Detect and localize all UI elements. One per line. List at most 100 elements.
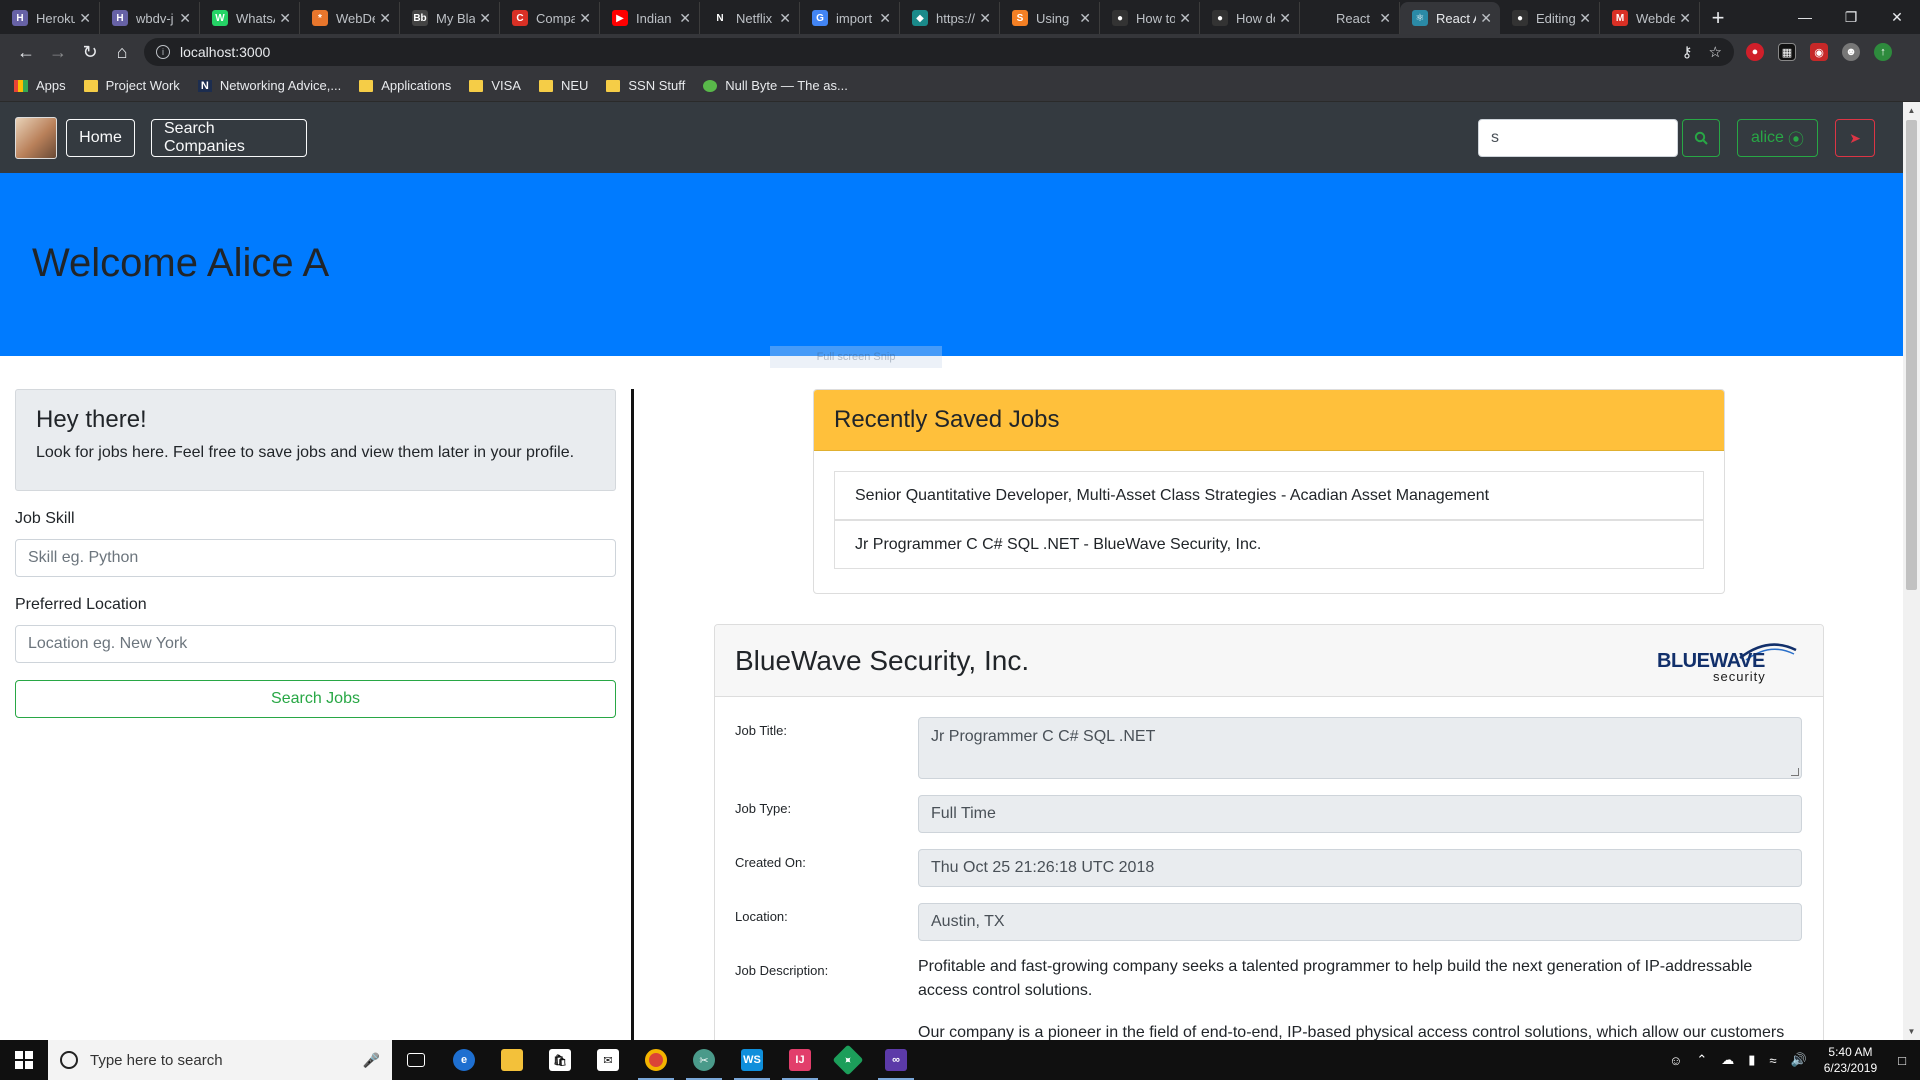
tab-close-icon[interactable]: ✕ — [1379, 10, 1391, 27]
bookmark-item[interactable]: NEU — [538, 78, 588, 93]
tab-close-icon[interactable]: ✕ — [279, 10, 291, 27]
tab-close-icon[interactable]: ✕ — [979, 10, 991, 27]
browser-tab[interactable]: M Webdev✕ — [1600, 2, 1700, 34]
saved-job-item[interactable]: Senior Quantitative Developer, Multi-Ass… — [834, 471, 1704, 520]
chevron-up-icon[interactable]: ⌃ — [1696, 1052, 1707, 1068]
windows-start-button[interactable] — [0, 1040, 48, 1080]
browser-tab[interactable]: C Company✕ — [500, 2, 600, 34]
browser-tab[interactable]: W WhatsApp✕ — [200, 2, 300, 34]
minimize-icon[interactable]: — — [1782, 0, 1828, 34]
brand-logo[interactable] — [15, 117, 57, 159]
back-icon[interactable]: ← — [10, 36, 42, 68]
microphone-icon[interactable]: 🎤 — [363, 1052, 380, 1069]
bookmark-item[interactable]: Apps — [14, 78, 66, 93]
browser-tab[interactable]: * WebDev✕ — [300, 2, 400, 34]
bookmark-star-icon[interactable]: ☆ — [1709, 43, 1722, 61]
browser-tab[interactable]: ● Editing ✕ — [1500, 2, 1600, 34]
search-companies-nav-button[interactable]: Search Companies — [151, 119, 307, 157]
home-nav-button[interactable]: Home — [66, 119, 135, 157]
visual-studio-icon[interactable]: ∞ — [872, 1040, 920, 1080]
page-scrollbar[interactable]: ▲ ▼ — [1903, 102, 1920, 1040]
taskbar-search-box[interactable]: Type here to search 🎤 — [48, 1040, 392, 1080]
key-icon[interactable]: ⚷ — [1682, 43, 1693, 61]
saved-job-item[interactable]: Jr Programmer C C# SQL .NET - BlueWave S… — [834, 520, 1704, 569]
tab-close-icon[interactable]: ✕ — [479, 10, 491, 27]
store-icon[interactable]: 🛍 — [536, 1040, 584, 1080]
scroll-down-icon[interactable]: ▼ — [1903, 1023, 1920, 1040]
browser-tab[interactable]: ◆ https://✕ — [900, 2, 1000, 34]
profile-avatar-icon[interactable]: ☻ — [1842, 43, 1860, 61]
file-explorer-icon[interactable] — [488, 1040, 536, 1080]
browser-tab[interactable]: ⚛ React App✕ — [1400, 2, 1500, 34]
new-tab-button[interactable]: + — [1700, 2, 1736, 34]
tab-close-icon[interactable]: ✕ — [679, 10, 691, 27]
maximize-icon[interactable]: ❐ — [1828, 0, 1874, 34]
browser-tab[interactable]: ● How do✕ — [1200, 2, 1300, 34]
webstorm-icon[interactable]: WS — [728, 1040, 776, 1080]
job-title-field[interactable]: Jr Programmer C C# SQL .NET — [918, 717, 1802, 779]
snipping-tool-icon[interactable]: ✂ — [680, 1040, 728, 1080]
extension-shield-icon[interactable]: ● — [1746, 43, 1764, 61]
tab-close-icon[interactable]: ✕ — [179, 10, 191, 27]
tab-close-icon[interactable]: ✕ — [779, 10, 791, 27]
system-clock[interactable]: 5:40 AM 6/23/2019 — [1824, 1044, 1877, 1076]
mail-icon[interactable]: ✉ — [584, 1040, 632, 1080]
bookmark-item[interactable]: Project Work — [83, 78, 180, 93]
tab-close-icon[interactable]: ✕ — [1679, 10, 1691, 27]
tab-close-icon[interactable]: ✕ — [579, 10, 591, 27]
browser-tab[interactable]: N Netflix ✕ — [700, 2, 800, 34]
wifi-icon[interactable]: ≈ — [1769, 1053, 1776, 1068]
tab-close-icon[interactable]: ✕ — [379, 10, 391, 27]
extension-grid-icon[interactable]: ▦ — [1778, 43, 1796, 61]
intellij-icon[interactable]: IJ — [776, 1040, 824, 1080]
browser-tab[interactable]: ● How to ✕ — [1100, 2, 1200, 34]
info-icon[interactable]: i — [156, 45, 170, 59]
tab-close-icon[interactable]: ✕ — [879, 10, 891, 27]
tab-close-icon[interactable]: ✕ — [1079, 10, 1091, 27]
people-icon[interactable]: ☺ — [1669, 1053, 1682, 1068]
bookmark-item[interactable]: N Networking Advice,... — [197, 78, 341, 93]
logout-button[interactable]: ➤ — [1835, 119, 1875, 157]
job-skill-input[interactable] — [15, 539, 616, 577]
update-arrow-icon[interactable]: ↑ — [1874, 43, 1892, 61]
scrollbar-thumb[interactable] — [1906, 120, 1917, 590]
home-icon[interactable]: ⌂ — [106, 36, 138, 68]
location-field[interactable]: Austin, TX — [918, 903, 1802, 941]
chrome-icon[interactable] — [632, 1040, 680, 1080]
bookmark-item[interactable]: SSN Stuff — [606, 78, 685, 93]
preferred-location-input[interactable] — [15, 625, 616, 663]
bookmark-item[interactable]: VISA — [469, 78, 521, 93]
navbar-search-input[interactable] — [1478, 119, 1678, 157]
navbar-search-button[interactable] — [1682, 119, 1720, 157]
battery-icon[interactable]: ▮ — [1748, 1052, 1755, 1068]
bookmark-item[interactable]: Null Byte — The as... — [703, 78, 848, 93]
browser-tab[interactable]: H Heroku ✕ — [0, 2, 100, 34]
reload-icon[interactable]: ↻ — [74, 36, 106, 68]
browser-tab[interactable]: React ✕ — [1300, 2, 1400, 34]
volume-icon[interactable]: 🔊 — [1791, 1052, 1807, 1068]
browser-tab[interactable]: Hwbdv-j ✕ — [100, 2, 200, 34]
edge-browser-icon[interactable]: e — [440, 1040, 488, 1080]
tab-close-icon[interactable]: ✕ — [1480, 10, 1492, 27]
tab-close-icon[interactable]: ✕ — [79, 10, 91, 27]
created-on-field[interactable]: Thu Oct 25 21:26:18 UTC 2018 — [918, 849, 1802, 887]
address-bar[interactable]: i localhost:3000 ⚷ ☆ — [144, 38, 1734, 66]
tab-close-icon[interactable]: ✕ — [1179, 10, 1191, 27]
browser-tab[interactable]: ▶ Indian ✕ — [600, 2, 700, 34]
close-window-icon[interactable]: ✕ — [1874, 0, 1920, 34]
browser-tab[interactable]: Gimport ✕ — [800, 2, 900, 34]
scroll-up-icon[interactable]: ▲ — [1903, 102, 1920, 119]
tab-close-icon[interactable]: ✕ — [1579, 10, 1591, 27]
resize-handle-icon[interactable] — [1791, 768, 1799, 776]
search-jobs-button[interactable]: Search Jobs — [15, 680, 616, 718]
action-center-icon[interactable]: □ — [1898, 1053, 1906, 1068]
bookmark-item[interactable]: Applications — [359, 78, 451, 93]
extension-camera-icon[interactable]: ◉ — [1810, 43, 1828, 61]
forward-icon[interactable]: → — [42, 36, 74, 68]
tab-close-icon[interactable]: ✕ — [1279, 10, 1291, 27]
browser-tab[interactable]: Bb My Blackboard✕ — [400, 2, 500, 34]
onedrive-cloud-icon[interactable]: ☁ — [1721, 1052, 1734, 1068]
git-kraken-icon[interactable]: ✦ — [824, 1040, 872, 1080]
job-type-field[interactable]: Full Time — [918, 795, 1802, 833]
task-view-icon[interactable] — [392, 1040, 440, 1080]
